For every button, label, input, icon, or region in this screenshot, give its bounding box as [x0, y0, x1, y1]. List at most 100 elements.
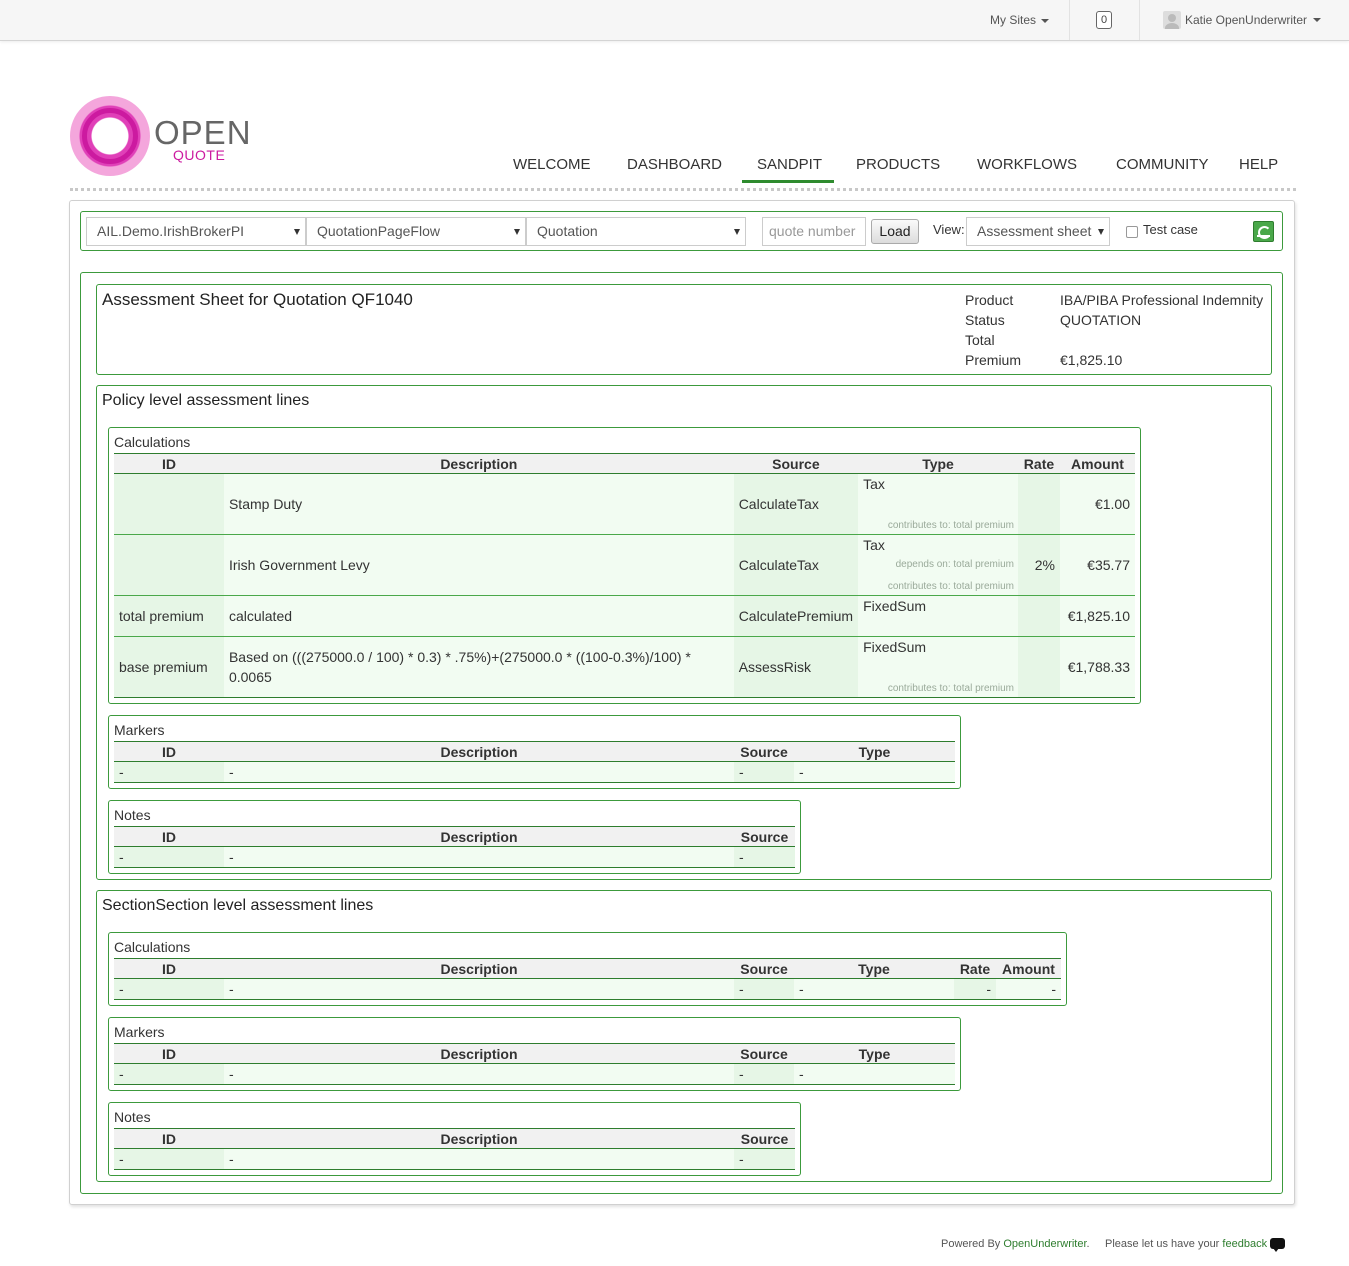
assessment-header: Assessment Sheet for Quotation QF1040 Pr…: [96, 284, 1272, 375]
product-select[interactable]: AIL.Demo.IrishBrokerPI: [86, 217, 306, 246]
description-cell: Stamp Duty: [223, 473, 734, 535]
nav-workflows[interactable]: WORKFLOWS: [977, 156, 1077, 173]
test-case-checkbox[interactable]: [1126, 226, 1138, 238]
description-cell: -: [224, 1063, 734, 1085]
source-cell: CalculateTax: [733, 473, 859, 535]
premium-label: Premium: [965, 352, 1022, 368]
table-row: - - - -: [114, 1063, 955, 1085]
type-name: Tax: [863, 537, 885, 553]
column-header: Amount: [996, 958, 1061, 979]
panel-title: Markers: [114, 722, 165, 738]
view-select-value: Assessment sheet: [977, 223, 1092, 239]
column-header: Source: [734, 1128, 795, 1149]
amount-cell: €1,788.33: [1059, 636, 1135, 698]
nav-products[interactable]: PRODUCTS: [856, 156, 940, 173]
column-header: Description: [224, 1043, 734, 1064]
amount-cell: €1,825.10: [1059, 595, 1135, 637]
source-cell: AssessRisk: [733, 636, 859, 698]
panel-title: Markers: [114, 1024, 165, 1040]
page-title: Assessment Sheet for Quotation QF1040: [102, 290, 413, 309]
table-row: - - - - - -: [114, 978, 1061, 1000]
dropdown-arrow-icon: [514, 229, 520, 235]
product-select-value: AIL.Demo.IrishBrokerPI: [97, 223, 245, 239]
nav-active-indicator: [742, 180, 834, 183]
column-header: Description: [223, 453, 734, 474]
section-calculations-table: ID Description Source Type Rate Amount -…: [114, 958, 1061, 1000]
load-button[interactable]: Load: [871, 219, 919, 244]
table-row: - - -: [114, 1148, 795, 1170]
section-notes-panel: Notes ID Description Source - - -: [108, 1102, 801, 1176]
divider: [1069, 0, 1070, 40]
table-row: Irish Government Levy CalculateTax Tax d…: [114, 534, 1135, 596]
description-cell: -: [224, 1148, 734, 1170]
column-header: ID: [114, 826, 224, 847]
source-cell: CalculatePremium: [733, 595, 859, 637]
section-title: Policy level assessment lines: [102, 392, 310, 409]
id-cell: -: [114, 978, 224, 1000]
type-select[interactable]: Quotation: [526, 217, 746, 246]
rate-cell: [1017, 595, 1060, 637]
openunderwriter-link[interactable]: OpenUnderwriter: [1003, 1238, 1086, 1250]
nav-community[interactable]: COMMUNITY: [1116, 156, 1209, 173]
chat-bubble-icon[interactable]: [1270, 1238, 1285, 1252]
feedback-link[interactable]: feedback: [1222, 1238, 1267, 1250]
table-header-row: ID Description Source Type Rate Amount: [114, 453, 1135, 474]
section-level-section: SectionSection level assessment lines Ca…: [96, 890, 1272, 1182]
view-label: View:: [933, 222, 965, 237]
amount-cell: €1.00: [1059, 473, 1135, 535]
rate-cell: 2%: [1017, 534, 1060, 596]
policy-notes-panel: Notes ID Description Source - - -: [108, 800, 801, 874]
type-name: FixedSum: [863, 639, 927, 655]
column-header: ID: [114, 958, 224, 979]
table-header-row: ID Description Source: [114, 826, 795, 847]
table-header-row: ID Description Source Type: [114, 1043, 955, 1064]
dropdown-arrow-icon: [1098, 229, 1104, 235]
user-menu[interactable]: Katie OpenUnderwriter: [1163, 0, 1322, 40]
column-header: Source: [734, 1043, 794, 1064]
id-cell: -: [114, 1148, 224, 1170]
type-cell: -: [794, 761, 955, 783]
source-cell: -: [734, 1148, 795, 1170]
description-cell: calculated: [223, 595, 734, 637]
nav-dashboard[interactable]: DASHBOARD: [627, 156, 722, 173]
product-value: IBA/PIBA Professional Indemnity: [1060, 292, 1264, 308]
column-header: Rate: [954, 958, 996, 979]
rate-cell: [1017, 473, 1060, 535]
type-name: Tax: [863, 476, 885, 492]
test-case-label: Test case: [1143, 222, 1198, 237]
panel-title: Calculations: [114, 434, 191, 450]
refresh-icon[interactable]: [1253, 221, 1274, 242]
nav-welcome[interactable]: WELCOME: [513, 156, 591, 173]
section-markers-table: ID Description Source Type - - - -: [114, 1043, 955, 1085]
description-cell: Based on (((275000.0 / 100) * 0.3) * .75…: [223, 636, 734, 698]
notifications-badge[interactable]: 0: [1096, 11, 1112, 29]
nav-sandpit[interactable]: SANDPIT: [757, 156, 822, 173]
quote-number-input[interactable]: quote number: [762, 217, 866, 246]
column-header: Source: [734, 826, 795, 847]
column-header: Type: [794, 1043, 955, 1064]
section-markers-panel: Markers ID Description Source Type - - -…: [108, 1017, 961, 1091]
column-header: Source: [733, 453, 859, 474]
total-label: Total: [965, 332, 995, 348]
nav-help[interactable]: HELP: [1239, 156, 1278, 173]
id-cell: total premium: [114, 595, 224, 637]
chevron-down-icon: [1313, 18, 1322, 22]
description-cell: -: [224, 761, 734, 783]
dropdown-arrow-icon: [294, 229, 300, 235]
avatar: [1163, 11, 1181, 29]
source-cell: -: [734, 846, 795, 868]
sandpit-toolbar: AIL.Demo.IrishBrokerPI QuotationPageFlow…: [80, 211, 1283, 251]
feedback-prompt: Please let us have your feedback: [1105, 1238, 1267, 1250]
column-header: Type: [858, 453, 1018, 474]
view-select[interactable]: Assessment sheet: [966, 217, 1110, 246]
column-header: Type: [794, 958, 954, 979]
logo-open-text: OPEN: [154, 114, 252, 151]
panel-title: Notes: [114, 807, 151, 823]
my-sites-menu[interactable]: My Sites: [990, 0, 1050, 40]
column-header: ID: [114, 1128, 224, 1149]
pageflow-select[interactable]: QuotationPageFlow: [306, 217, 526, 246]
column-header: Description: [224, 958, 734, 979]
main-nav: WELCOME DASHBOARD SANDPIT PRODUCTS WORKF…: [0, 156, 1349, 184]
pageflow-select-value: QuotationPageFlow: [317, 223, 440, 239]
id-cell: base premium: [114, 636, 224, 698]
